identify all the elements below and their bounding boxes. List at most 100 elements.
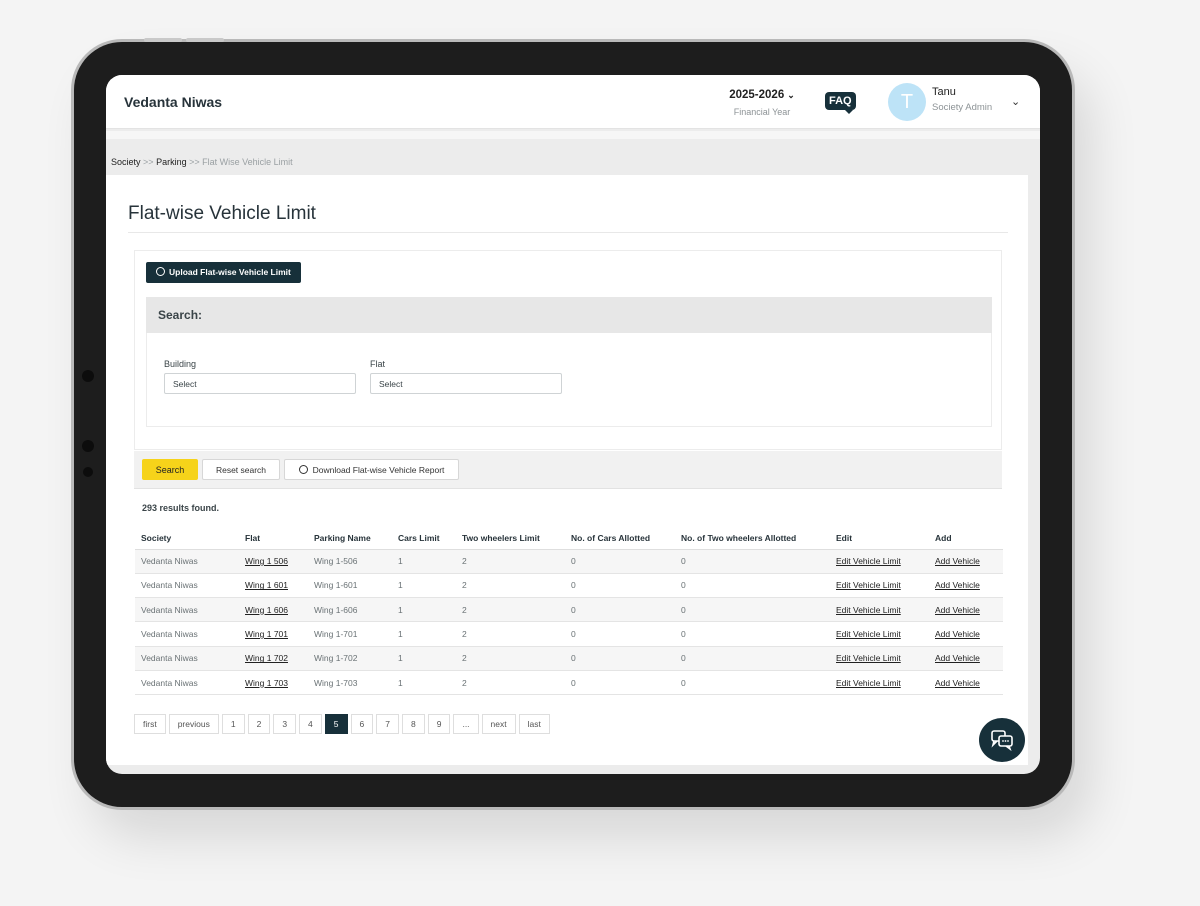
tablet-sensor-2 [83, 467, 93, 477]
col-flat: Flat [239, 527, 308, 550]
table-row: Vedanta Niwas Wing 1 606 Wing 1-606 1 2 … [135, 597, 1003, 623]
page-9[interactable]: 9 [427, 714, 451, 734]
cell-flat-link[interactable]: Wing 1 702 [239, 646, 308, 671]
page-8[interactable]: 8 [401, 714, 425, 734]
table-row: Vedanta Niwas Wing 1 702 Wing 1-702 1 2 … [135, 646, 1003, 671]
tablet-camera [82, 370, 94, 382]
col-two-wheelers-limit: Two wheelers Limit [456, 527, 565, 550]
cell-cars-limit: 1 [392, 621, 456, 647]
financial-year-value: 2025-2026 [729, 89, 785, 101]
edit-vehicle-limit-link[interactable]: Edit Vehicle Limit [830, 646, 929, 671]
screen: Vedanta Niwas 2025-2026 ⌄ Financial Year … [106, 75, 1040, 774]
breadcrumb-separator: >> [189, 157, 200, 167]
cell-two-wheelers-limit: 2 [456, 573, 565, 599]
faq-button[interactable]: FAQ [825, 92, 856, 114]
breadcrumb-current: Flat Wise Vehicle Limit [202, 157, 293, 167]
avatar[interactable]: T [888, 83, 926, 121]
cell-parking-name: Wing 1-702 [308, 646, 392, 671]
chat-bubbles-icon [991, 730, 1013, 752]
col-two-wheelers-allotted: No. of Two wheelers Allotted [675, 527, 830, 550]
cell-cars-limit: 1 [392, 646, 456, 671]
breadcrumb-society[interactable]: Society [111, 157, 141, 167]
table-row: Vedanta Niwas Wing 1 601 Wing 1-601 1 2 … [135, 573, 1003, 599]
table-header-row: Society Flat Parking Name Cars Limit Two… [135, 527, 1003, 550]
edit-vehicle-limit-link[interactable]: Edit Vehicle Limit [830, 621, 929, 647]
upload-icon [156, 267, 165, 276]
table-row: Vedanta Niwas Wing 1 701 Wing 1-701 1 2 … [135, 621, 1003, 647]
upload-button[interactable]: Upload Flat-wise Vehicle Limit [146, 262, 301, 283]
cell-cars-limit: 1 [392, 549, 456, 574]
page-next[interactable]: next [481, 714, 516, 734]
cell-cars-allotted: 0 [565, 621, 675, 647]
edit-vehicle-limit-link[interactable]: Edit Vehicle Limit [830, 597, 929, 623]
cell-parking-name: Wing 1-701 [308, 621, 392, 647]
action-bar: Search Reset search Download Flat-wise V… [134, 451, 1002, 489]
results-count: 293 results found. [142, 503, 220, 513]
building-label: Building [164, 359, 197, 369]
tablet-volume-button [144, 38, 182, 42]
download-icon [298, 464, 308, 474]
cell-flat-link[interactable]: Wing 1 606 [239, 597, 308, 623]
cell-flat-link[interactable]: Wing 1 701 [239, 621, 308, 647]
edit-vehicle-limit-link[interactable]: Edit Vehicle Limit [830, 549, 929, 574]
cell-flat-link[interactable]: Wing 1 506 [239, 549, 308, 574]
add-vehicle-link[interactable]: Add Vehicle [929, 646, 1003, 671]
cell-society: Vedanta Niwas [135, 646, 239, 671]
page-first[interactable]: first [134, 714, 166, 734]
col-cars-allotted: No. of Cars Allotted [565, 527, 675, 550]
cell-parking-name: Wing 1-506 [308, 549, 392, 574]
cell-society: Vedanta Niwas [135, 549, 239, 574]
page-last[interactable]: last [518, 714, 550, 734]
top-bar: Vedanta Niwas 2025-2026 ⌄ Financial Year … [106, 75, 1040, 129]
cell-parking-name: Wing 1-703 [308, 670, 392, 696]
search-fields: Building Select Flat Select [146, 333, 992, 427]
col-edit: Edit [830, 527, 929, 550]
edit-vehicle-limit-link[interactable]: Edit Vehicle Limit [830, 573, 929, 599]
breadcrumb-separator: >> [143, 157, 154, 167]
search-panel: Upload Flat-wise Vehicle Limit Search: B… [134, 250, 1002, 450]
cell-two-wheelers-allotted: 0 [675, 646, 830, 671]
cell-cars-limit: 1 [392, 597, 456, 623]
cell-flat-link[interactable]: Wing 1 601 [239, 573, 308, 599]
pagination: first previous 1 2 3 4 5 6 7 8 9 ... nex… [134, 714, 550, 734]
breadcrumb-parking[interactable]: Parking [156, 157, 187, 167]
chat-button[interactable] [979, 718, 1025, 762]
cell-two-wheelers-limit: 2 [456, 670, 565, 696]
page-7[interactable]: 7 [376, 714, 399, 734]
page-4[interactable]: 4 [299, 714, 322, 734]
chevron-down-icon: ⌄ [787, 90, 795, 100]
reset-search-button[interactable]: Reset search [202, 459, 280, 480]
cell-two-wheelers-limit: 2 [456, 549, 565, 574]
edit-vehicle-limit-link[interactable]: Edit Vehicle Limit [830, 670, 929, 696]
flat-select[interactable]: Select [370, 373, 562, 394]
add-vehicle-link[interactable]: Add Vehicle [929, 597, 1003, 623]
financial-year-selector[interactable]: 2025-2026 ⌄ Financial Year [722, 89, 802, 117]
user-role: Society Admin [932, 102, 993, 113]
table-row: Vedanta Niwas Wing 1 506 Wing 1-506 1 2 … [135, 549, 1003, 574]
add-vehicle-link[interactable]: Add Vehicle [929, 549, 1003, 574]
page-5-current[interactable]: 5 [324, 714, 348, 734]
cell-society: Vedanta Niwas [135, 670, 239, 696]
col-parking-name: Parking Name [308, 527, 392, 550]
add-vehicle-link[interactable]: Add Vehicle [929, 670, 1003, 696]
page-3[interactable]: 3 [273, 714, 297, 734]
building-select[interactable]: Select [164, 373, 356, 394]
col-add: Add [929, 527, 1003, 550]
download-report-button[interactable]: Download Flat-wise Vehicle Report [284, 459, 459, 480]
add-vehicle-link[interactable]: Add Vehicle [929, 621, 1003, 647]
page-1[interactable]: 1 [221, 714, 245, 734]
cell-cars-allotted: 0 [565, 646, 675, 671]
page-6[interactable]: 6 [350, 714, 374, 734]
page-2[interactable]: 2 [247, 714, 271, 734]
cell-society: Vedanta Niwas [135, 621, 239, 647]
add-vehicle-link[interactable]: Add Vehicle [929, 573, 1003, 599]
cell-cars-limit: 1 [392, 670, 456, 696]
page-ellipsis: ... [453, 714, 479, 734]
user-menu-chevron-icon[interactable]: ⌄ [1011, 95, 1020, 108]
user-info[interactable]: Tanu Society Admin [932, 86, 992, 113]
cell-flat-link[interactable]: Wing 1 703 [239, 670, 308, 696]
search-button[interactable]: Search [142, 459, 198, 480]
cell-parking-name: Wing 1-606 [308, 597, 392, 623]
page-previous[interactable]: previous [168, 714, 219, 734]
cell-parking-name: Wing 1-601 [308, 573, 392, 599]
